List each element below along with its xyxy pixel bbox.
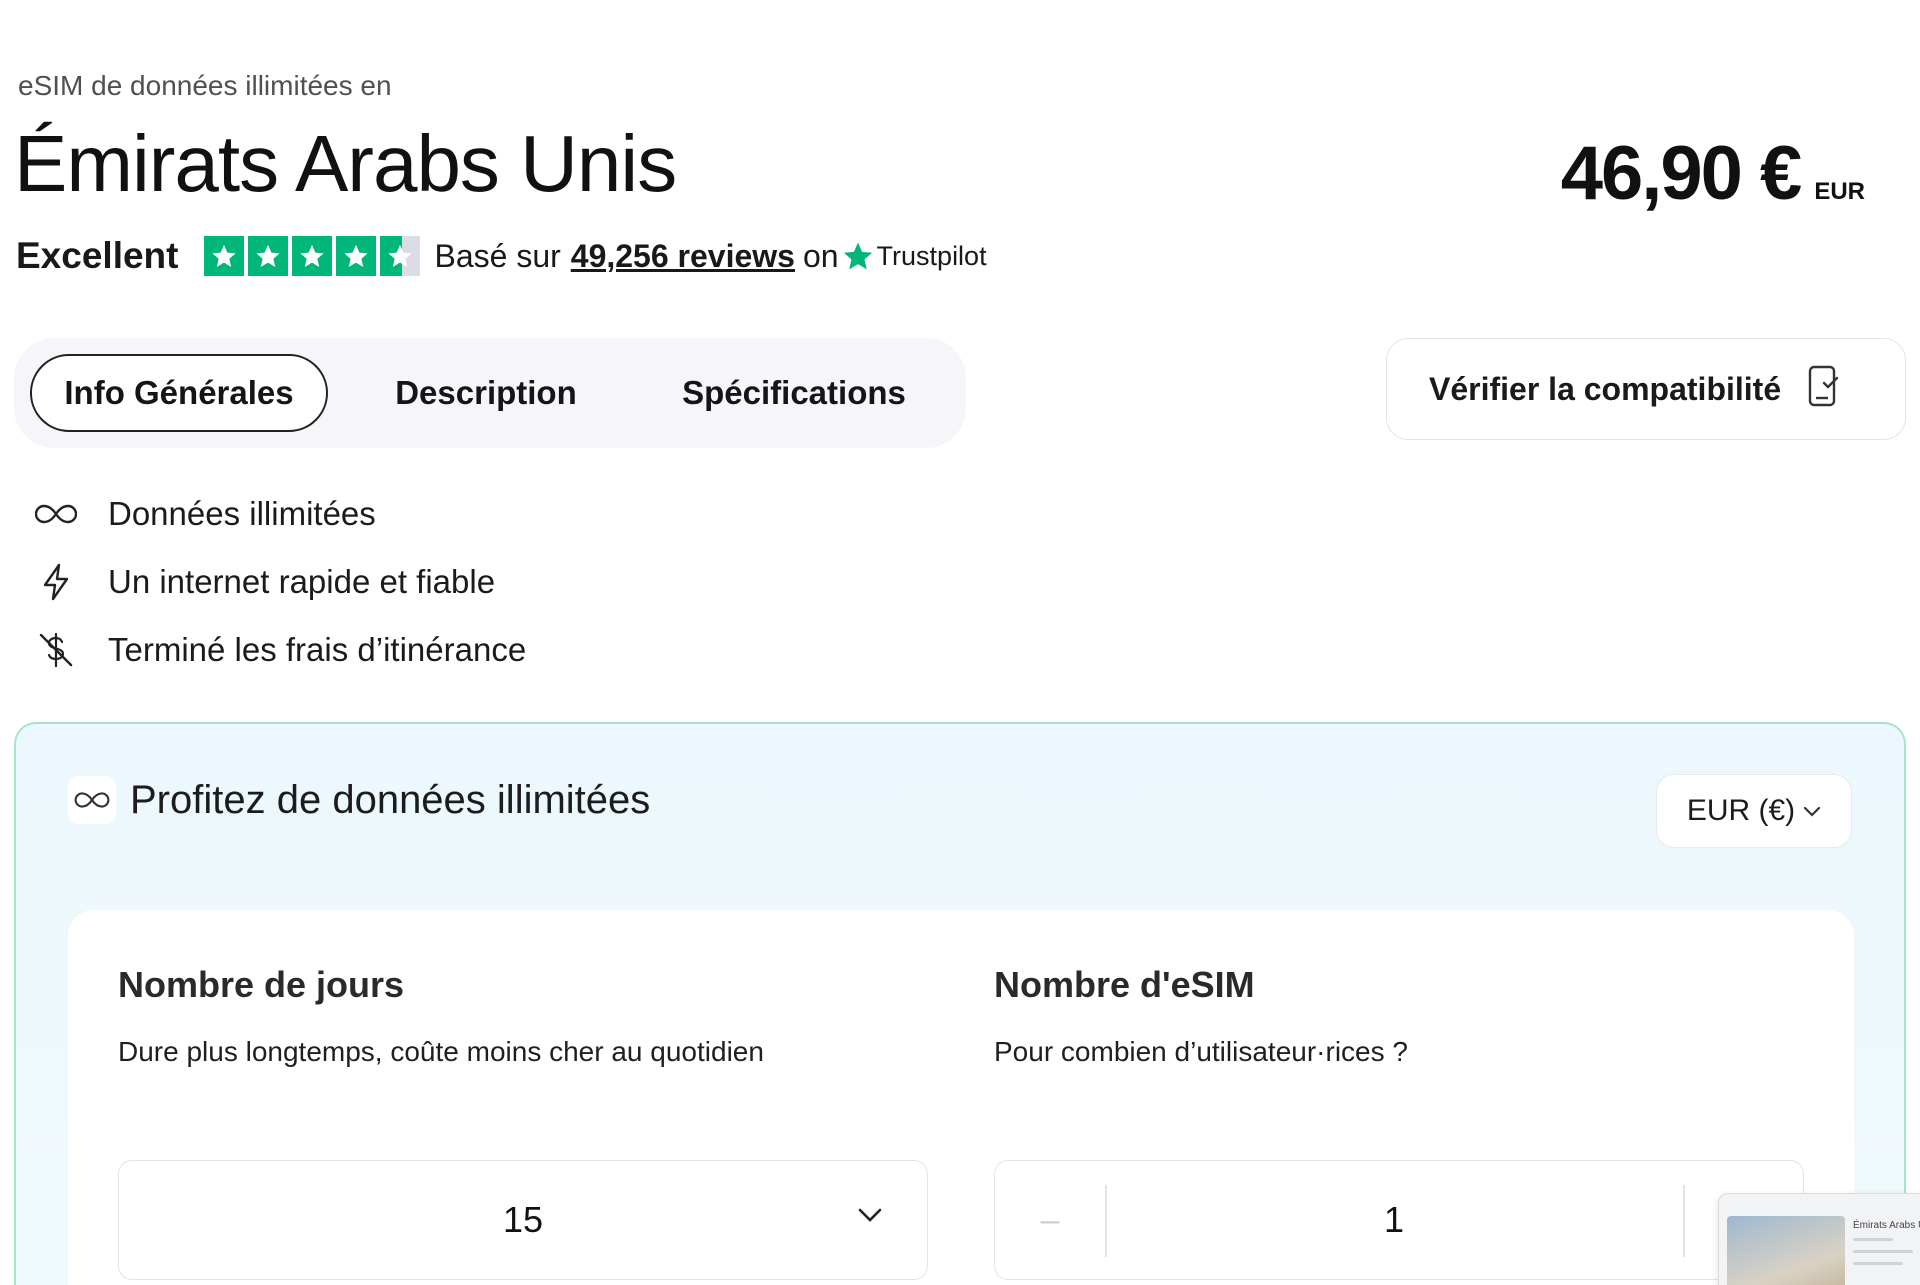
rating-on: on bbox=[802, 237, 839, 274]
star-icon bbox=[248, 236, 289, 276]
tab-info-generales[interactable]: Info Générales bbox=[30, 354, 328, 432]
esim-count-section: Nombre d'eSIM Pour combien d’utilisateur… bbox=[994, 964, 1804, 1068]
feature-item: Un internet rapide et fiable bbox=[34, 548, 526, 616]
chevron-down-icon bbox=[858, 1208, 882, 1222]
price-amount: 46,90 € bbox=[1560, 131, 1803, 216]
no-dollar-icon bbox=[34, 628, 78, 672]
days-section: Nombre de jours Dure plus longtemps, coû… bbox=[118, 964, 928, 1068]
price-display: 46,90 € EUR bbox=[1561, 130, 1865, 217]
currency-select[interactable]: EUR (€) bbox=[1656, 774, 1852, 848]
star-icon bbox=[336, 236, 377, 276]
star-icon bbox=[292, 236, 333, 276]
plan-header: Profitez de données illimitées bbox=[68, 776, 650, 824]
check-compatibility-label: Vérifier la compatibilité bbox=[1429, 370, 1782, 407]
thumbnail-line bbox=[1853, 1250, 1913, 1253]
page-subtitle: eSIM de données illimitées en bbox=[18, 70, 392, 101]
feature-list: Données illimitées Un internet rapide et… bbox=[34, 480, 526, 684]
trustpilot-star-icon bbox=[843, 242, 872, 270]
esim-count-description: Pour combien d’utilisateur·rices ? bbox=[994, 1036, 1408, 1067]
thumbnail-photo bbox=[1727, 1216, 1845, 1285]
esim-count-title: Nombre d'eSIM bbox=[994, 964, 1255, 1005]
chevron-down-icon bbox=[1804, 806, 1821, 817]
plan-panel: Profitez de données illimitées EUR (€) N… bbox=[14, 722, 1906, 1285]
reviews-link[interactable]: 49,256 reviews bbox=[571, 238, 795, 275]
star-icon bbox=[204, 236, 245, 276]
infinity-icon bbox=[68, 776, 116, 824]
days-description: Dure plus longtemps, coûte moins cher au… bbox=[118, 1036, 764, 1067]
esim-quantity-stepper: – 1 bbox=[994, 1160, 1804, 1280]
page-title: Émirats Arabs Unis bbox=[14, 119, 677, 208]
thumbnail-line bbox=[1853, 1238, 1893, 1241]
check-compatibility-button[interactable]: Vérifier la compatibilité bbox=[1386, 338, 1906, 440]
phone-check-icon bbox=[1807, 365, 1843, 414]
tab-description[interactable]: Description bbox=[328, 354, 644, 432]
feature-item: Données illimitées bbox=[34, 480, 526, 548]
thumbnail-caption: Émirats Arabs U bbox=[1853, 1220, 1920, 1231]
days-title: Nombre de jours bbox=[118, 964, 405, 1005]
tab-specifications[interactable]: Spécifications bbox=[644, 354, 944, 432]
half-star-icon bbox=[380, 236, 421, 276]
decrement-button[interactable]: – bbox=[995, 1161, 1105, 1279]
plan-title: Profitez de données illimitées bbox=[130, 777, 651, 822]
trustpilot-logo-text: Trustpilot bbox=[876, 240, 987, 271]
days-select[interactable]: 15 bbox=[118, 1160, 928, 1280]
feature-text: Terminé les frais d’itinérance bbox=[108, 631, 527, 668]
stepper-divider bbox=[1683, 1185, 1685, 1257]
page-preview-thumbnail[interactable]: Émirats Arabs U bbox=[1718, 1193, 1920, 1285]
rating-label: Excellent bbox=[16, 235, 179, 276]
plan-options-card: Nombre de jours Dure plus longtemps, coû… bbox=[68, 910, 1854, 1285]
thumbnail-line bbox=[1853, 1262, 1903, 1265]
days-value: 15 bbox=[502, 1199, 544, 1240]
currency-value: EUR (€) bbox=[1686, 794, 1796, 827]
feature-text: Un internet rapide et fiable bbox=[108, 563, 496, 600]
feature-text: Données illimitées bbox=[108, 495, 376, 532]
price-currency-code: EUR bbox=[1814, 178, 1865, 205]
info-tabs: Info Générales Description Spécification… bbox=[14, 338, 966, 448]
trustpilot-rating: Excellent Basé sur 49,256 reviews on Tru… bbox=[16, 234, 987, 278]
infinity-icon bbox=[34, 492, 78, 536]
rating-stars bbox=[204, 236, 421, 276]
rating-based-on: Basé sur bbox=[434, 237, 561, 274]
feature-item: Terminé les frais d’itinérance bbox=[34, 616, 526, 684]
esim-quantity-value: 1 bbox=[1383, 1199, 1405, 1240]
lightning-icon bbox=[34, 560, 78, 604]
